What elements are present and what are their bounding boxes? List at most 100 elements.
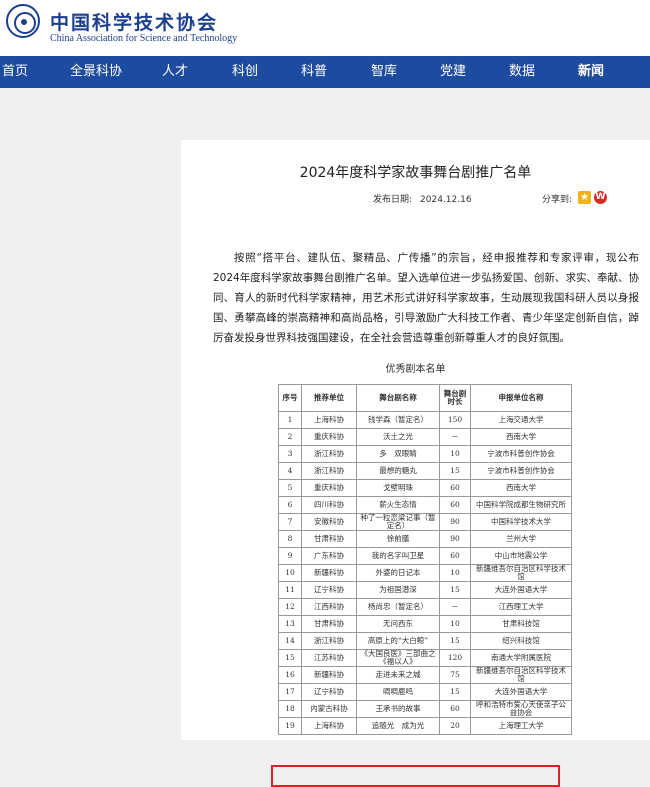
table-cell: 60 [439, 496, 471, 514]
table-cell: 10 [439, 445, 471, 463]
table-cell: 外婆的日记本 [356, 564, 440, 582]
table-cell: 钱学森（暂定名） [356, 411, 440, 429]
table-cell: 啁啁鹿鸣 [356, 683, 440, 701]
nav-item-party[interactable]: 党建 [440, 56, 466, 88]
table-cell: 内蒙古科协 [301, 700, 357, 718]
table-cell: 上海科协 [301, 411, 357, 429]
article-paragraph: 按照“搭平台、建队伍、聚精品、广传播”的宗旨，经申报推荐和专家评审，现公布202… [213, 252, 639, 344]
publish-date: 发布日期: 2024.12.16 [373, 192, 472, 205]
table-cell: 10 [278, 564, 302, 582]
table-cell: 3 [278, 445, 302, 463]
site-header: 中国科学技术协会 China Association for Science a… [0, 0, 650, 56]
main-nav: 首页 全景科协 人才 科创 科普 智库 党建 数据 新闻 [0, 56, 650, 88]
table-cell: 甘肃科技馆 [470, 615, 572, 633]
publish-date-value: 2024.12.16 [420, 195, 472, 205]
table-cell: 多 双眼睛 [356, 445, 440, 463]
table-cell: 无问西东 [356, 615, 440, 633]
table-row: 18 内蒙古科协 王承书的故事 60 呼和浩特市爱心天使亲子公益协会 [278, 700, 572, 718]
table-body: 1 上海科协 钱学森（暂定名） 150 上海交通大学 2 重庆科协 沃土之光－西南大学 3 浙江科… [278, 411, 572, 735]
table-cell: 150 [439, 411, 471, 429]
table-cell: 王承书的故事 [356, 700, 440, 718]
table-row: 3 浙江科协多 双眼睛 10 宁波市科普创作协会 [278, 445, 572, 463]
table-cell: 最想的糖丸 [356, 462, 440, 480]
table-cell: 10 [439, 615, 471, 633]
table-cell: 辽宁科协 [301, 581, 357, 599]
nav-item-news[interactable]: 新闻 [578, 56, 604, 88]
weibo-share-icon[interactable]: W [594, 191, 607, 204]
table-cell: 90 [439, 530, 471, 548]
table-cell: 17 [278, 683, 302, 701]
table-cell: 西南大学 [470, 479, 572, 497]
table-cell: 安徽科协 [301, 513, 357, 531]
site-logo-cn[interactable]: 中国科学技术协会 [50, 8, 218, 35]
nav-item-data[interactable]: 数据 [509, 56, 535, 88]
table-cell: 10 [439, 564, 471, 582]
table-cell: 18 [278, 700, 302, 718]
script-list-table: 序号 推荐单位 舞台剧名称 舞台剧时长 申报单位名称 1 上海科协 钱学森（暂定名）… [278, 384, 572, 735]
col-header-duration: 舞台剧时长 [439, 384, 471, 412]
table-cell: 兰州大学 [470, 530, 572, 548]
table-cell: 浙江科协 [301, 632, 357, 650]
nav-item-overview[interactable]: 全景科协 [70, 56, 122, 88]
table-row: 12 江西科协 杨尚忠（暂定名）－江西理工大学 [278, 598, 572, 616]
cast-logo-icon[interactable] [6, 4, 40, 38]
article-title: 2024年度科学家故事舞台剧推广名单 [299, 165, 532, 181]
share-label: 分享到: [542, 195, 573, 205]
table-cell: 高原上的“大白鲸” [356, 632, 440, 650]
table-cell: 中国科学技术大学 [470, 513, 572, 531]
table-cell: 新疆维吾尔自治区科学技术馆 [470, 666, 572, 684]
table-cell: 为祖国潜深 [356, 581, 440, 599]
col-header-index: 序号 [278, 384, 302, 412]
site-logo-en[interactable]: China Association for Science and Techno… [50, 33, 237, 44]
table-cell: 19 [278, 717, 302, 735]
table-cell: 60 [439, 547, 471, 565]
nav-item-popularization[interactable]: 科普 [301, 56, 327, 88]
col-header-play-name: 舞台剧名称 [356, 384, 440, 412]
table-row: 14 浙江科协 高原上的“大白鲸” 15 绍兴科技馆 [278, 632, 572, 650]
table-cell: 《大国良医》三部曲之《福以人》 [356, 649, 440, 667]
table-cell: 大连外国语大学 [470, 683, 572, 701]
table-cell: 我的名字叫卫星 [356, 547, 440, 565]
qzone-share-icon[interactable]: ★ [578, 191, 591, 204]
table-row: 7 安徽科协 种了一粒恋梁记事（暂定名） 90 中国科学技术大学 [278, 513, 572, 531]
table-cell: 1 [278, 411, 302, 429]
table-cell: 20 [439, 717, 471, 735]
table-cell: 2 [278, 428, 302, 446]
table-row: 2 重庆科协 沃土之光－西南大学 [278, 428, 572, 446]
list-title: 优秀剧本名单 [385, 364, 446, 375]
table-cell: 13 [278, 615, 302, 633]
table-cell: 西南大学 [470, 428, 572, 446]
publish-date-label: 发布日期: [373, 195, 413, 205]
nav-item-home[interactable]: 首页 [2, 56, 28, 88]
table-cell: 60 [439, 479, 471, 497]
table-cell: 甘肃科协 [301, 530, 357, 548]
table-cell: 杨尚忠（暂定名） [356, 598, 440, 616]
table-row: 16 新疆科协 走进未来之城 75 新疆维吾尔自治区科学技术馆 [278, 666, 572, 684]
table-cell: 新疆科协 [301, 564, 357, 582]
table-cell: 中国科学院成都生物研究所 [470, 496, 572, 514]
nav-item-talent[interactable]: 人才 [162, 56, 188, 88]
article-card: 2024年度科学家故事舞台剧推广名单 发布日期: 2024.12.16 分享到: … [181, 140, 650, 787]
table-cell: 14 [278, 632, 302, 650]
nav-item-innovation[interactable]: 科创 [232, 56, 258, 88]
table-cell: 南通大学附属医院 [470, 649, 572, 667]
table-cell: 种了一粒恋梁记事（暂定名） [356, 513, 440, 531]
table-cell: 15 [439, 632, 471, 650]
table-cell: 重庆科协 [301, 479, 357, 497]
table-cell: 15 [278, 649, 302, 667]
table-cell: 120 [439, 649, 471, 667]
table-cell: 上海交通大学 [470, 411, 572, 429]
table-row: 6 四川科协 薪火生态情 60 中国科学院成都生物研究所 [278, 496, 572, 514]
table-cell: 辽宁科协 [301, 683, 357, 701]
nav-item-think-tank[interactable]: 智库 [371, 56, 397, 88]
table-cell: 四川科协 [301, 496, 357, 514]
table-row: 15 江苏科协 《大国良医》三部曲之《福以人》 120 南通大学附属医院 [278, 649, 572, 667]
table-cell: 5 [278, 479, 302, 497]
table-row: 8 甘肃科协 徐前膳 90 兰州大学 [278, 530, 572, 548]
table-row: 5 重庆科协 戈壁明珠 60 西南大学 [278, 479, 572, 497]
table-cell: 上海科协 [301, 717, 357, 735]
table-cell: 9 [278, 547, 302, 565]
table-cell: 江苏科协 [301, 649, 357, 667]
table-cell: 15 [439, 462, 471, 480]
table-cell: 6 [278, 496, 302, 514]
